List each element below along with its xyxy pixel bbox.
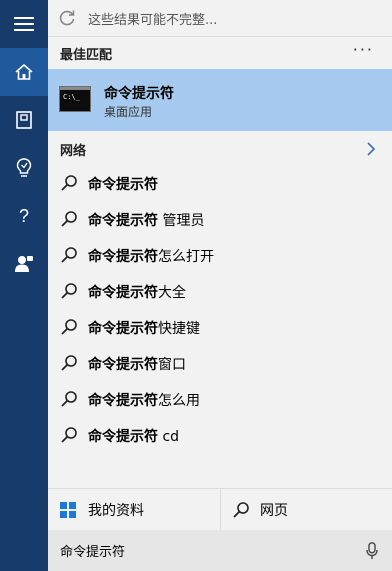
suggestion-item[interactable]: 命令提示符 cd — [48, 417, 392, 453]
best-match-result[interactable]: C:\_ 命令提示符 桌面应用 — [48, 69, 392, 131]
search-icon — [232, 501, 250, 519]
web-section-heading[interactable]: 网络 — [60, 140, 86, 159]
search-icon — [60, 426, 78, 448]
svg-text:?: ? — [19, 206, 29, 226]
home-button[interactable] — [0, 48, 48, 96]
cortana-rail: ? — [0, 0, 48, 571]
suggestion-match: 命令提示符 — [88, 213, 158, 229]
search-icon — [60, 174, 78, 196]
lightbulb-icon — [16, 158, 32, 177]
suggestion-match: 命令提示符 — [88, 429, 158, 445]
best-match-heading: 最佳匹配 — [60, 48, 113, 63]
suggestion-item[interactable]: 命令提示符快捷键 — [48, 309, 392, 345]
suggestion-match: 命令提示符 — [88, 249, 158, 265]
web-label: 网页 — [260, 502, 288, 519]
suggestion-item[interactable]: 命令提示符怎么用 — [48, 381, 392, 417]
help-icon: ? — [19, 206, 29, 226]
suggestion-match: 命令提示符 — [88, 321, 158, 337]
incomplete-results-notice[interactable]: 这些结果可能不完整... — [48, 0, 392, 36]
suggestion-rest: 大全 — [158, 285, 186, 301]
suggestion-match: 命令提示符 — [88, 177, 158, 193]
suggestion-match: 命令提示符 — [88, 285, 158, 301]
microphone-icon[interactable] — [366, 542, 378, 564]
feedback-button[interactable] — [0, 240, 48, 288]
reminders-button[interactable] — [0, 144, 48, 192]
more-options-icon[interactable]: ··· — [353, 42, 374, 58]
suggestion-match: 命令提示符 — [88, 393, 158, 409]
best-match-title: 命令提示符 — [104, 86, 174, 102]
suggestion-item[interactable]: 命令提示符窗口 — [48, 345, 392, 381]
suggestion-rest: 快捷键 — [158, 321, 200, 337]
help-button[interactable]: ? — [0, 192, 48, 240]
web-button[interactable]: 网页 — [232, 489, 382, 530]
command-prompt-icon: C:\_ — [59, 86, 91, 112]
suggestion-rest: 怎么打开 — [158, 249, 214, 265]
search-box[interactable]: 命令提示符 — [48, 530, 392, 571]
notice-text: 这些结果可能不完整... — [88, 13, 218, 28]
search-query[interactable]: 命令提示符 — [60, 541, 125, 560]
divider — [48, 36, 392, 37]
best-match-subtitle: 桌面应用 — [104, 105, 153, 119]
suggestion-rest: 窗口 — [158, 357, 186, 373]
divider — [220, 489, 221, 530]
search-icon — [60, 390, 78, 412]
search-icon — [60, 318, 78, 340]
windows-logo-icon — [60, 501, 76, 518]
notebook-icon — [16, 111, 32, 129]
search-icon — [60, 282, 78, 304]
search-icon — [60, 246, 78, 268]
search-icon — [60, 354, 78, 376]
feedback-icon — [15, 256, 33, 272]
my-stuff-button[interactable]: 我的资料 — [60, 489, 220, 530]
results-panel: 这些结果可能不完整... 最佳匹配 ··· C:\_ 命令提示符 桌面应用 网络… — [48, 0, 392, 571]
menu-button[interactable] — [0, 0, 48, 48]
suggestion-match: 命令提示符 — [88, 357, 158, 373]
suggestion-rest: 怎么用 — [158, 393, 200, 409]
suggestion-rest: 管理员 — [158, 213, 205, 229]
search-icon — [60, 210, 78, 232]
chevron-right-icon[interactable] — [367, 141, 376, 160]
home-icon — [15, 64, 33, 80]
suggestion-item[interactable]: 命令提示符 管理员 — [48, 201, 392, 237]
suggestion-item[interactable]: 命令提示符怎么打开 — [48, 237, 392, 273]
suggestion-rest: cd — [158, 429, 180, 445]
hamburger-icon — [14, 17, 34, 31]
suggestion-item[interactable]: 命令提示符大全 — [48, 273, 392, 309]
refresh-icon[interactable] — [58, 9, 76, 31]
notebook-button[interactable] — [0, 96, 48, 144]
my-stuff-label: 我的资料 — [88, 502, 144, 519]
suggestion-item[interactable]: 命令提示符 — [48, 165, 392, 201]
